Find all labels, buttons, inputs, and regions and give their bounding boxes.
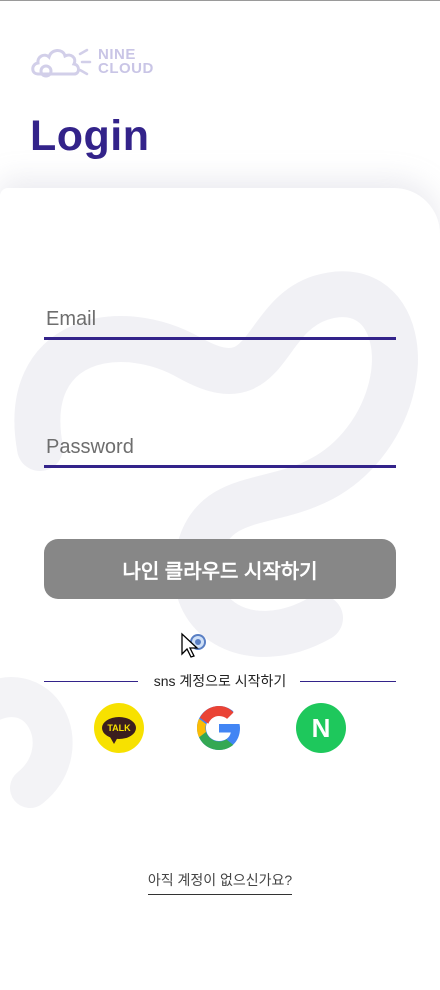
signup-link[interactable]: 아직 계정이 없으신가요? bbox=[147, 872, 293, 895]
naver-icon: N bbox=[311, 712, 331, 743]
kakao-icon: TALK bbox=[102, 717, 136, 744]
kakao-login-button[interactable]: TALK bbox=[94, 703, 144, 753]
divider-line-right bbox=[300, 681, 396, 682]
sns-login-row: TALK N bbox=[94, 703, 346, 755]
email-field[interactable] bbox=[44, 292, 396, 340]
page-title: Login bbox=[30, 112, 150, 160]
start-nine-cloud-button[interactable]: 나인 클라우드 시작하기 bbox=[44, 539, 396, 599]
cloud-logo-icon bbox=[31, 48, 92, 78]
top-border bbox=[0, 0, 440, 1]
email-input[interactable] bbox=[44, 292, 396, 337]
password-field[interactable] bbox=[44, 420, 396, 468]
mouse-cursor-icon bbox=[181, 632, 206, 658]
brand-logo: NINE CLOUD bbox=[30, 42, 154, 82]
sns-divider: sns 계정으로 시작하기 bbox=[44, 671, 396, 689]
brand-wordmark: NINE CLOUD bbox=[98, 47, 154, 77]
google-login-button[interactable] bbox=[194, 703, 244, 753]
login-card: 나인 클라우드 시작하기 sns 계정으로 시작하기 TALK N 아직 계정이… bbox=[0, 188, 440, 990]
brand-line-2: CLOUD bbox=[98, 60, 154, 77]
password-input[interactable] bbox=[44, 420, 396, 465]
google-icon bbox=[197, 706, 240, 750]
naver-login-button[interactable]: N bbox=[296, 703, 346, 753]
signup-link-wrap: 아직 계정이 없으신가요? bbox=[0, 870, 440, 895]
